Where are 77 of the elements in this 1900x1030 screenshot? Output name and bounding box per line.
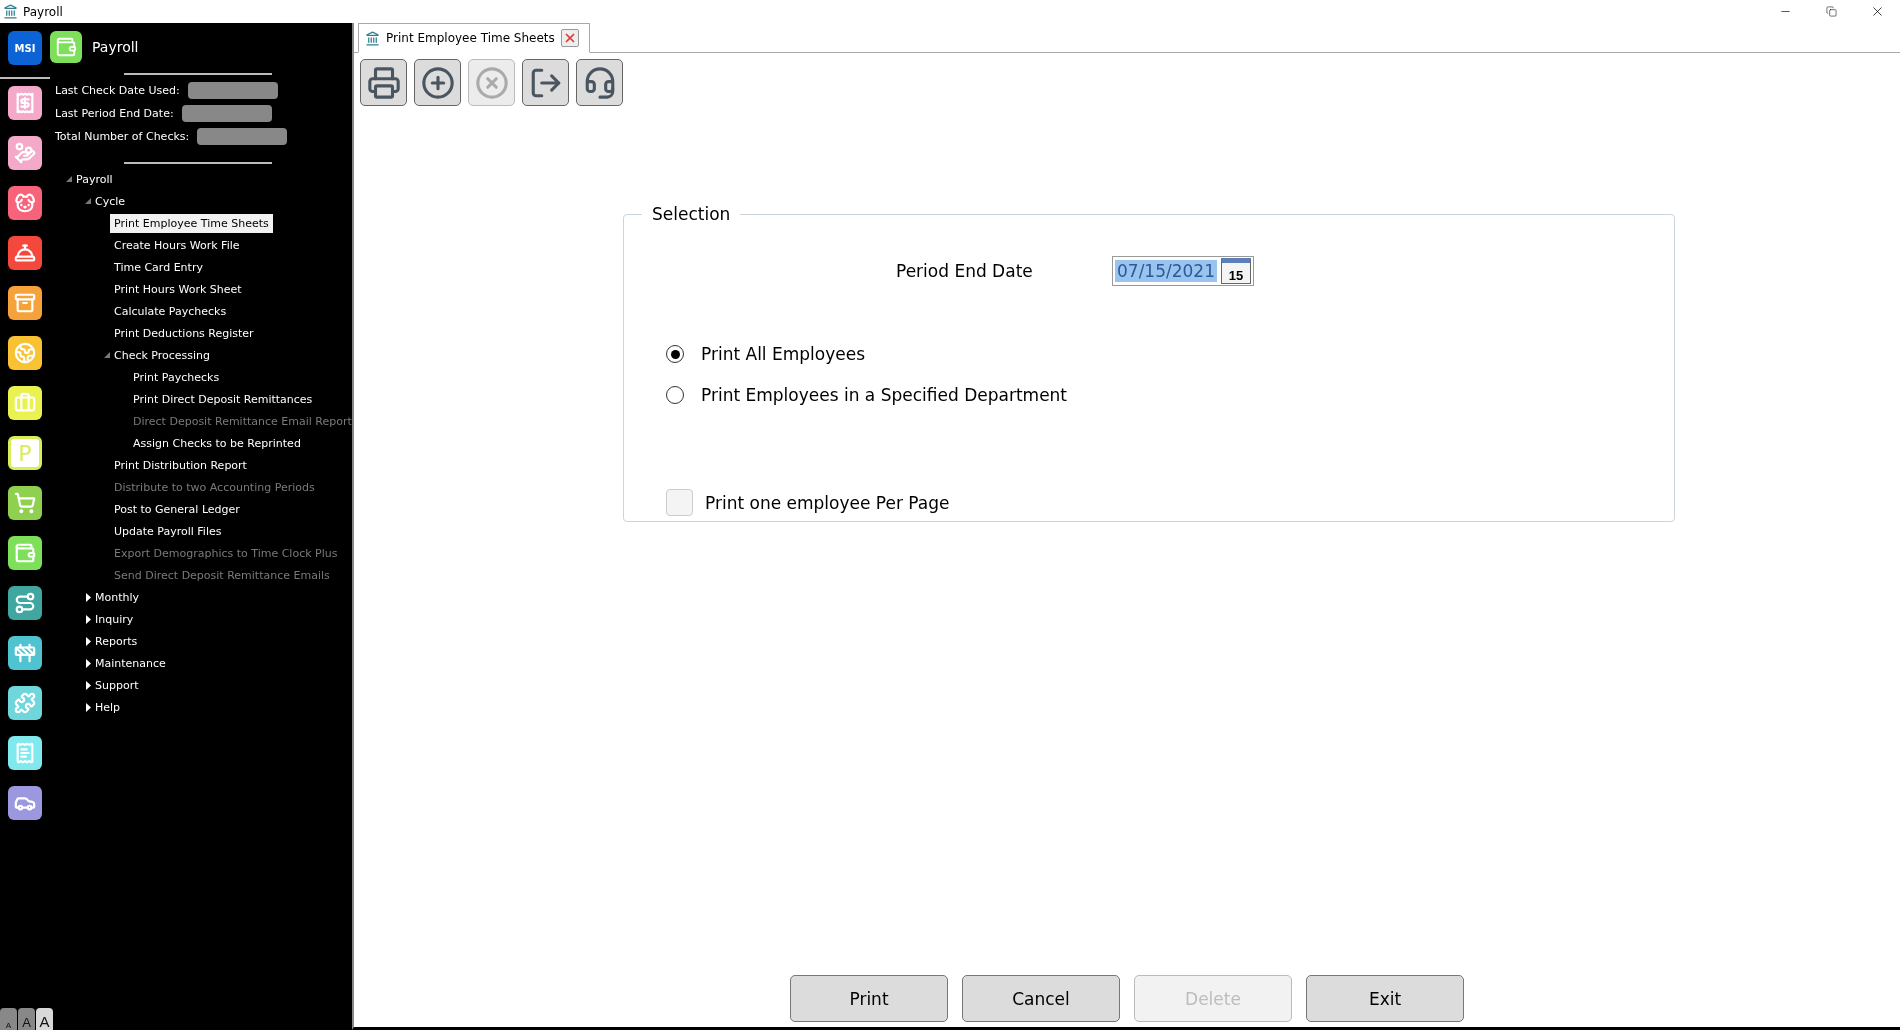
- field-label: Period End Date: [896, 261, 1034, 281]
- tree-item[interactable]: Print Deductions Register: [110, 323, 258, 343]
- exit-button[interactable]: [522, 59, 569, 106]
- msi-logo[interactable]: MSI: [8, 31, 42, 65]
- cart-icon[interactable]: [8, 486, 42, 520]
- calendar-button[interactable]: 15: [1221, 258, 1251, 284]
- car-icon[interactable]: [8, 786, 42, 820]
- group-title: Selection: [651, 204, 732, 224]
- date-field[interactable]: 07/15/2021 15: [1112, 256, 1254, 286]
- tree-item[interactable]: Print Hours Work Sheet: [110, 279, 246, 299]
- checkbox[interactable]: [666, 489, 693, 516]
- expanded-arrow-icon[interactable]: [104, 352, 110, 358]
- collapsed-arrow-icon[interactable]: [85, 658, 91, 668]
- tree-item[interactable]: Print Distribution Report: [110, 455, 251, 475]
- app-icon: [3, 4, 18, 19]
- restore-icon: [1825, 6, 1837, 17]
- collapsed-arrow-icon[interactable]: [85, 702, 91, 712]
- tree-item[interactable]: Monthly: [91, 587, 144, 607]
- close-tab-button[interactable]: [560, 29, 579, 47]
- hand-coins-icon[interactable]: [8, 136, 42, 170]
- tree-item[interactable]: Post to General Ledger: [110, 499, 244, 519]
- add-button[interactable]: [414, 59, 461, 106]
- option-label: Print All Employees: [701, 344, 866, 364]
- info-label: Last Check Date Used:: [55, 84, 180, 97]
- receipt-icon[interactable]: [8, 86, 42, 120]
- collapsed-arrow-icon[interactable]: [85, 614, 91, 624]
- tree-item[interactable]: Print Direct Deposit Remittances: [129, 389, 317, 409]
- option-label: Print one employee Per Page: [705, 492, 950, 513]
- wallet-icon[interactable]: [8, 536, 42, 570]
- document-tab[interactable]: Print Employee Time Sheets: [358, 23, 590, 53]
- collapsed-arrow-icon[interactable]: [85, 592, 91, 602]
- print-button[interactable]: [360, 59, 407, 106]
- collapsed-arrow-icon[interactable]: [85, 680, 91, 690]
- route-icon[interactable]: [8, 586, 42, 620]
- font-size-button[interactable]: A: [0, 1008, 17, 1030]
- globe-icon[interactable]: [8, 336, 42, 370]
- wallet-icon: [50, 31, 82, 63]
- app-icon: [365, 30, 380, 46]
- expanded-arrow-icon[interactable]: [66, 176, 72, 182]
- barrier-icon[interactable]: [8, 636, 42, 670]
- tree-item[interactable]: Maintenance: [91, 653, 170, 673]
- tree-item[interactable]: Help: [91, 697, 125, 717]
- window-title: Payroll: [23, 4, 63, 19]
- info-label: Last Period End Date:: [55, 107, 174, 120]
- support-button[interactable]: [576, 59, 623, 106]
- radio-button[interactable]: [666, 345, 684, 363]
- tree-item[interactable]: Print Employee Time Sheets: [110, 213, 273, 233]
- tree-item[interactable]: Payroll: [72, 169, 117, 189]
- font-size-button[interactable]: A: [36, 1008, 53, 1030]
- tree-item[interactable]: Print Paychecks: [129, 367, 224, 387]
- tree-item[interactable]: Calculate Paychecks: [110, 301, 231, 321]
- dog-icon[interactable]: [8, 186, 42, 220]
- action-button[interactable]: Exit: [1306, 975, 1464, 1022]
- action-button[interactable]: Print: [790, 975, 948, 1022]
- collapsed-arrow-icon[interactable]: [85, 636, 91, 646]
- archive-box-icon[interactable]: [8, 286, 42, 320]
- tree-item[interactable]: Support: [91, 675, 143, 695]
- briefcase-icon[interactable]: [8, 386, 42, 420]
- tab-title: Print Employee Time Sheets: [386, 31, 555, 45]
- action-button[interactable]: Cancel: [962, 975, 1120, 1022]
- receipt-list-icon[interactable]: [8, 736, 42, 770]
- tree-item[interactable]: Reports: [91, 631, 142, 651]
- module-title: Payroll: [92, 39, 139, 55]
- tree-item[interactable]: Check Processing: [110, 345, 215, 365]
- tree-item[interactable]: Inquiry: [91, 609, 138, 629]
- info-label: Total Number of Checks:: [55, 130, 190, 143]
- radio-button[interactable]: [666, 386, 684, 404]
- tree-item[interactable]: Time Card Entry: [110, 257, 207, 277]
- tree-item[interactable]: Create Hours Work File: [110, 235, 244, 255]
- puzzle-icon[interactable]: [8, 686, 42, 720]
- option-label: Print Employees in a Specified Department: [701, 385, 1068, 405]
- font-size-button[interactable]: A: [18, 1008, 35, 1030]
- bell-icon[interactable]: [8, 236, 42, 270]
- tree-item[interactable]: Cycle: [91, 191, 130, 211]
- tree-item[interactable]: Update Payroll Files: [110, 521, 226, 541]
- expanded-arrow-icon[interactable]: [85, 198, 91, 204]
- tree-item[interactable]: Assign Checks to be Reprinted: [129, 433, 305, 453]
